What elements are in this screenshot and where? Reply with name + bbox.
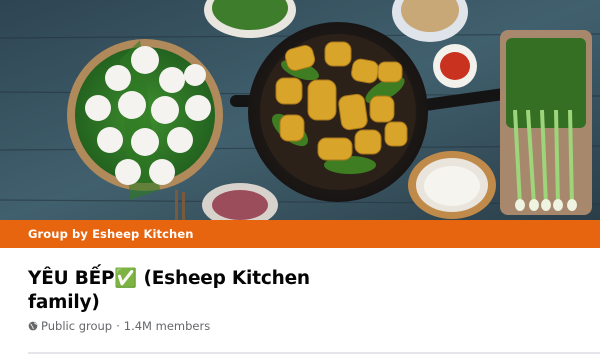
meta-separator: · bbox=[116, 319, 120, 333]
cover-photo[interactable] bbox=[0, 0, 600, 220]
group-member-count[interactable]: 1.4M members bbox=[124, 319, 210, 333]
group-owner-bar[interactable]: Group by Esheep Kitchen bbox=[0, 220, 600, 248]
globe-icon bbox=[28, 321, 38, 331]
cover-photo-art bbox=[0, 0, 600, 220]
group-info-panel: YÊU BẾP✅ (Esheep Kitchen family) Public … bbox=[0, 248, 600, 355]
group-meta: Public group · 1.4M members bbox=[28, 319, 210, 333]
divider bbox=[28, 352, 600, 354]
group-title[interactable]: YÊU BẾP✅ (Esheep Kitchen family) bbox=[28, 267, 328, 315]
group-privacy: Public group bbox=[41, 319, 113, 333]
group-owner-label[interactable]: Group by Esheep Kitchen bbox=[28, 227, 194, 241]
